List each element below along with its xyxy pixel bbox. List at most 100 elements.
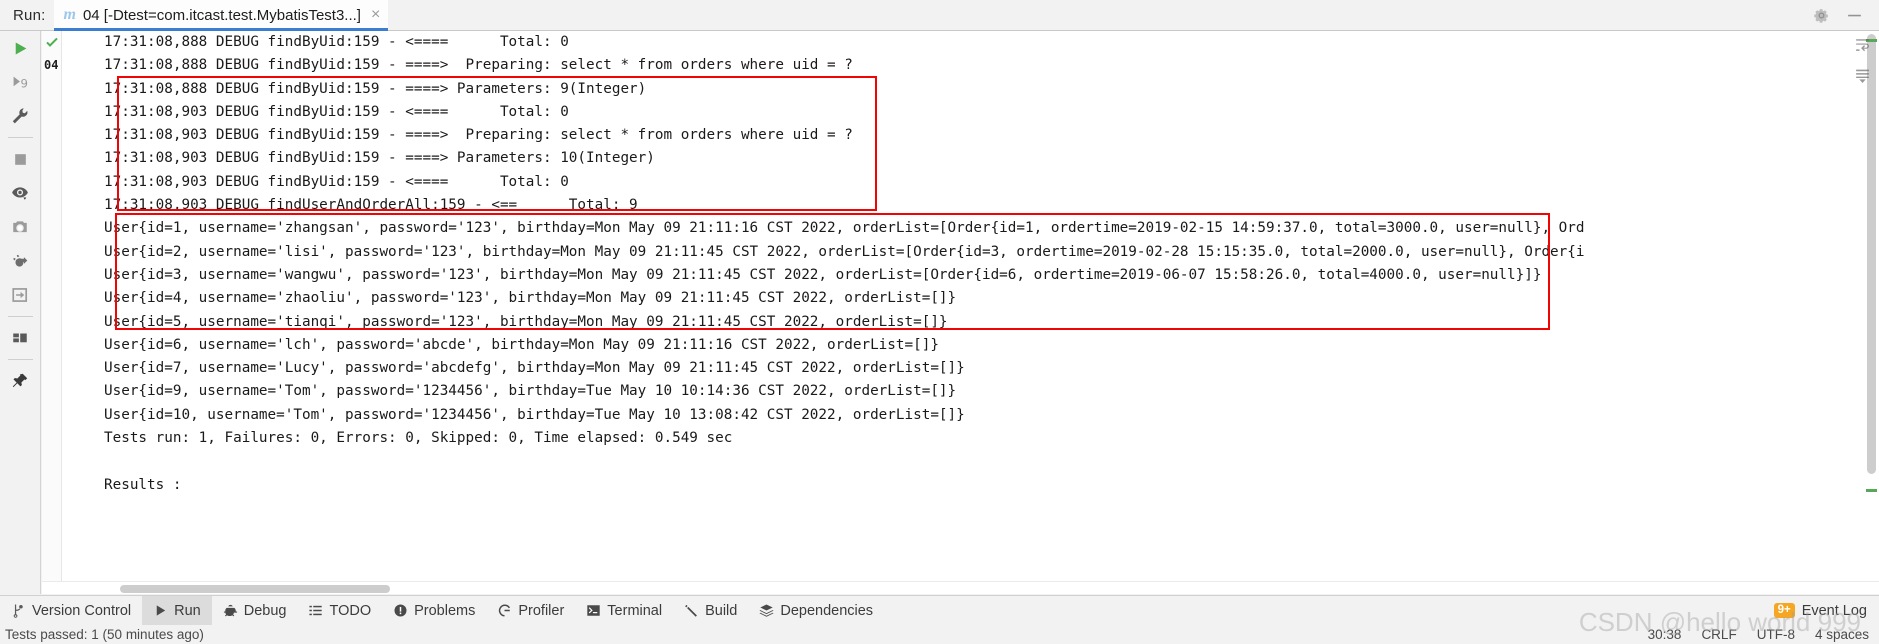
bottom-tab-label: Profiler <box>518 602 565 619</box>
log-line: 17:31:08,903 DEBUG findByUid:159 - <====… <box>104 103 569 120</box>
log-line: User{id=10, username='Tom', password='12… <box>104 406 965 423</box>
tool-window-bar: Version Control Run Debug TODO Problems … <box>0 595 1879 626</box>
ide-run-window: Run: m 04 [-Dtest=com.itcast.test.Mybati… <box>0 0 1879 644</box>
gear-icon[interactable] <box>1813 7 1830 24</box>
bottom-tab-run[interactable]: Run <box>142 595 212 626</box>
event-log-badge: 9+ <box>1773 603 1795 618</box>
file-encoding[interactable]: UTF-8 <box>1757 627 1795 642</box>
pin-icon <box>12 373 28 388</box>
log-line: 17:31:08,888 DEBUG findByUid:159 - ====>… <box>104 57 853 74</box>
bug-arrow-icon <box>13 254 28 267</box>
bottom-tab-label: Version Control <box>32 602 132 619</box>
log-line: Tests run: 1, Failures: 0, Errors: 0, Sk… <box>104 430 733 447</box>
header-actions <box>1813 7 1879 24</box>
indent-setting[interactable]: 4 spaces <box>1815 627 1869 642</box>
status-bar-message: Tests passed: 1 (50 minutes ago) <box>5 627 204 642</box>
console-horizontal-scrollbar[interactable] <box>42 581 1879 594</box>
bottom-tab-label: Problems <box>414 602 476 619</box>
log-line: 17:31:08,888 DEBUG findByUid:159 - ====>… <box>104 80 647 97</box>
terminal-icon <box>587 605 600 616</box>
log-line: User{id=3, username='wangwu', password='… <box>104 266 1542 283</box>
pin-tab-button[interactable] <box>0 364 41 398</box>
bottom-tab-debug[interactable]: Debug <box>212 596 298 626</box>
stop-button[interactable] <box>0 142 41 176</box>
status-bar-right: 30:38 CRLF UTF-8 4 spaces <box>1648 627 1879 642</box>
bottom-tab-label: Run <box>174 602 201 619</box>
run-configuration-tab-label: 04 [-Dtest=com.itcast.test.MybatisTest3.… <box>82 6 361 24</box>
play-icon <box>156 605 166 616</box>
log-line: User{id=7, username='Lucy', password='ab… <box>104 360 965 377</box>
console-gutter: 04 <box>42 31 62 594</box>
toolbar-divider-2 <box>7 316 33 317</box>
export-test-results-button[interactable] <box>0 210 41 244</box>
event-log-button[interactable]: 9+ Event Log <box>1773 602 1879 619</box>
bottom-tab-version-control[interactable]: Version Control <box>0 596 142 626</box>
log-line: User{id=4, username='zhaoliu', password=… <box>104 290 957 307</box>
line-separator[interactable]: CRLF <box>1701 627 1736 642</box>
rerun-failed-icon: 9 <box>13 76 27 90</box>
error-circle-icon <box>394 604 407 617</box>
log-line-blank <box>63 497 1858 520</box>
log-line: User{id=2, username='lisi', password='12… <box>104 243 1585 260</box>
bottom-tab-label: Debug <box>243 602 287 619</box>
camera-icon <box>13 221 27 233</box>
console-text[interactable]: 17:31:08,888 DEBUG findByUid:159 - <====… <box>63 31 1858 594</box>
scrollbar-thumb[interactable] <box>1867 34 1876 474</box>
scroll-to-stacktrace-button[interactable] <box>0 278 41 312</box>
filter-tests-button[interactable] <box>0 176 41 210</box>
maven-m-icon: m <box>63 6 76 23</box>
toolbar-divider-3 <box>7 359 33 360</box>
bottom-tab-profiler[interactable]: Profiler <box>486 596 575 626</box>
bug-icon <box>223 604 237 617</box>
bottom-tab-problems[interactable]: Problems <box>382 596 486 626</box>
run-configuration-tab[interactable]: m 04 [-Dtest=com.itcast.test.MybatisTest… <box>53 0 389 31</box>
wrench-icon <box>12 108 28 124</box>
edit-configurations-button[interactable] <box>0 99 41 133</box>
caret-position[interactable]: 30:38 <box>1648 627 1682 642</box>
rerun-button[interactable] <box>0 31 41 65</box>
stop-square-icon <box>14 153 26 165</box>
bottom-tab-label: Build <box>705 602 738 619</box>
rerun-failed-tests-button[interactable]: 9 <box>0 65 41 99</box>
eye-icon <box>12 187 28 200</box>
log-line: 17:31:08,903 DEBUG findByUid:159 - <====… <box>104 173 569 190</box>
log-line: 17:31:08,903 DEBUG findByUid:159 - ====>… <box>104 150 655 167</box>
log-line: User{id=9, username='Tom', password='123… <box>104 383 957 400</box>
bottom-tab-todo[interactable]: TODO <box>297 596 382 626</box>
bottom-tab-terminal[interactable]: Terminal <box>575 596 673 626</box>
scrollbar-thumb-horizontal[interactable] <box>120 585 390 593</box>
profiler-icon <box>499 604 511 617</box>
scrollbar-marker <box>1866 489 1877 492</box>
toolbar-divider <box>7 137 33 138</box>
minimize-icon[interactable] <box>1846 7 1863 24</box>
play-icon <box>15 41 26 55</box>
run-toolbar: 9 <box>0 31 41 594</box>
arrow-into-box-icon <box>12 288 28 302</box>
layers-icon <box>759 604 774 617</box>
run-console[interactable]: 04 17:31:08,888 DEBUG findByUid:159 - <=… <box>42 31 1879 594</box>
log-line: 17:31:08,903 DEBUG findUserAndOrderAll:1… <box>104 197 638 214</box>
hammer-icon <box>685 604 698 617</box>
attach-profiler-button[interactable] <box>0 244 41 278</box>
log-line: User{id=1, username='zhangsan', password… <box>104 220 1585 237</box>
log-line: User{id=6, username='lch', password='abc… <box>104 336 939 353</box>
layout-icon <box>13 333 27 343</box>
scroll-to-end-icon[interactable] <box>1854 67 1871 84</box>
svg-text:9: 9 <box>20 76 27 90</box>
log-line: 17:31:08,888 DEBUG findByUid:159 - <====… <box>104 34 569 50</box>
bottom-tab-label: TODO <box>329 602 372 619</box>
status-bar: Tests passed: 1 (50 minutes ago) 30:38 C… <box>0 625 1879 644</box>
wrap-text-icon[interactable] <box>1854 36 1871 53</box>
log-line: User{id=5, username='tianqi', password='… <box>104 313 948 330</box>
log-line: 17:31:08,903 DEBUG findByUid:159 - ====>… <box>104 127 853 144</box>
bottom-tab-dependencies[interactable]: Dependencies <box>748 596 884 626</box>
run-tool-label: Run: <box>13 6 46 24</box>
close-icon[interactable]: × <box>371 7 380 23</box>
log-line-blank <box>63 450 1858 473</box>
layout-button[interactable] <box>0 321 41 355</box>
bottom-tab-build[interactable]: Build <box>673 596 748 626</box>
event-log-label: Event Log <box>1801 602 1867 619</box>
bottom-tab-label: Dependencies <box>780 602 874 619</box>
branch-icon <box>13 604 23 618</box>
console-vertical-scrollbar[interactable] <box>1864 31 1879 594</box>
